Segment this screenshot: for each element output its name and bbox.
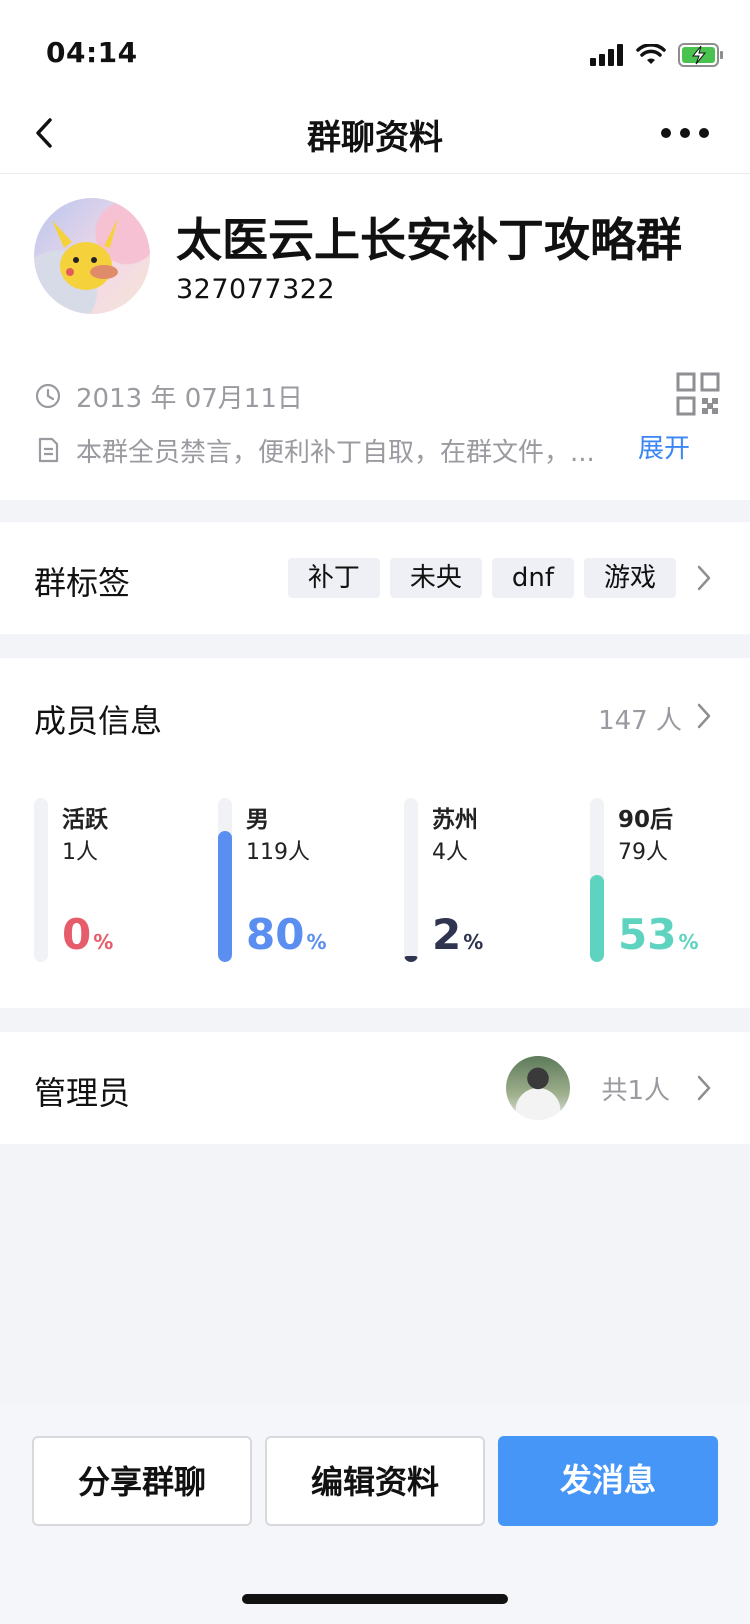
stat-count: 119人: [246, 840, 310, 865]
member-stats: 活跃 1人 0% 男 119人 80% 苏州 4人 2% 90后 79人 53%: [34, 798, 734, 978]
battery-charging-icon: [678, 43, 723, 67]
stat-percent: 2%: [432, 910, 483, 959]
group-description: 本群全员禁言，便利补丁自取，在群文件，... 展开: [34, 428, 724, 472]
percent-sign: %: [463, 930, 484, 954]
signal-icon: [590, 44, 623, 66]
status-icons: [590, 40, 724, 70]
stat-bar-track: [34, 798, 48, 962]
group-created-date: 2013 年 07月11日: [34, 374, 724, 418]
chevron-right-icon[interactable]: [696, 702, 712, 730]
stat-percent-value: 0: [62, 910, 92, 959]
stat-bar-track: [404, 798, 418, 962]
percent-sign: %: [306, 930, 327, 954]
group-profile: 太医云上长安补丁攻略群 327077322: [0, 174, 750, 334]
tag-item[interactable]: dnf: [491, 558, 574, 598]
stat-count: 4人: [432, 840, 468, 865]
stat-label: 男: [246, 807, 269, 833]
admin-label: 管理员: [34, 1074, 131, 1112]
share-group-button[interactable]: 分享群聊: [32, 1436, 252, 1526]
percent-sign: %: [93, 930, 114, 954]
status-time: 04:14: [46, 36, 138, 69]
stat-active: 活跃 1人 0%: [34, 798, 214, 978]
expand-link[interactable]: 展开: [638, 428, 690, 465]
group-id: 327077322: [176, 274, 336, 305]
stat-percent: 53%: [618, 910, 699, 959]
stat-percent: 80%: [246, 910, 327, 959]
bottom-action-bar: 分享群聊 编辑资料 发消息: [0, 1404, 750, 1624]
stat-label: 90后: [618, 807, 674, 833]
chevron-right-icon[interactable]: [696, 564, 712, 592]
stat-region: 苏州 4人 2%: [404, 798, 584, 978]
stat-count: 1人: [62, 840, 98, 865]
stat-percent-value: 53: [618, 910, 677, 959]
stat-percent-value: 80: [246, 910, 305, 959]
group-name: 太医云上长安补丁攻略群: [176, 213, 682, 267]
qr-code-icon[interactable]: [676, 372, 720, 416]
tag-item[interactable]: 未央: [389, 558, 482, 598]
stat-label: 苏州: [432, 807, 478, 833]
nav-bar: 群聊资料: [0, 96, 750, 174]
page-title: 群聊资料: [307, 118, 443, 158]
more-dots-icon[interactable]: [658, 118, 712, 148]
stat-percent: 0%: [62, 910, 113, 959]
wifi-icon: [636, 44, 666, 64]
stat-bar-fill: [404, 956, 418, 962]
stat-bar-fill: [218, 830, 232, 962]
tag-item[interactable]: 游戏: [583, 558, 676, 598]
member-info-card[interactable]: 成员信息 147 人 活跃 1人 0% 男 119人 80% 苏州 4人 2% …: [0, 658, 750, 1008]
admin-avatar[interactable]: [506, 1056, 570, 1120]
admin-count: 共1人: [601, 1076, 670, 1106]
tag-item[interactable]: 补丁: [287, 558, 380, 598]
document-icon: [38, 437, 59, 463]
status-bar: 04:14: [0, 0, 750, 96]
stat-percent-value: 2: [432, 910, 462, 959]
group-tags-card[interactable]: 群标签 补丁 未央 dnf 游戏: [0, 522, 750, 634]
created-date-text: 2013 年 07月11日: [76, 383, 303, 414]
clock-icon: [35, 383, 61, 409]
stat-bar-track: [218, 798, 232, 962]
stat-label: 活跃: [62, 807, 108, 833]
home-indicator: [242, 1594, 508, 1604]
stat-count: 79人: [618, 840, 668, 865]
stat-male: 男 119人 80%: [218, 798, 398, 978]
pikachu-avatar-icon: [52, 218, 118, 290]
member-count: 147 人: [598, 706, 682, 736]
stat-bar-track: [590, 798, 604, 962]
tags-label: 群标签: [34, 564, 131, 602]
tag-list: 补丁 未央 dnf 游戏: [287, 558, 676, 598]
edit-profile-button[interactable]: 编辑资料: [265, 1436, 485, 1526]
send-message-button[interactable]: 发消息: [498, 1436, 718, 1526]
admin-card[interactable]: 管理员 共1人: [0, 1032, 750, 1144]
description-text: 本群全员禁言，便利补丁自取，在群文件，...: [76, 437, 595, 468]
stat-bar-fill: [590, 875, 604, 962]
percent-sign: %: [678, 930, 699, 954]
stat-age: 90后 79人 53%: [590, 798, 750, 978]
members-label: 成员信息: [34, 702, 163, 740]
group-avatar[interactable]: [34, 198, 150, 314]
chevron-right-icon[interactable]: [696, 1074, 712, 1102]
